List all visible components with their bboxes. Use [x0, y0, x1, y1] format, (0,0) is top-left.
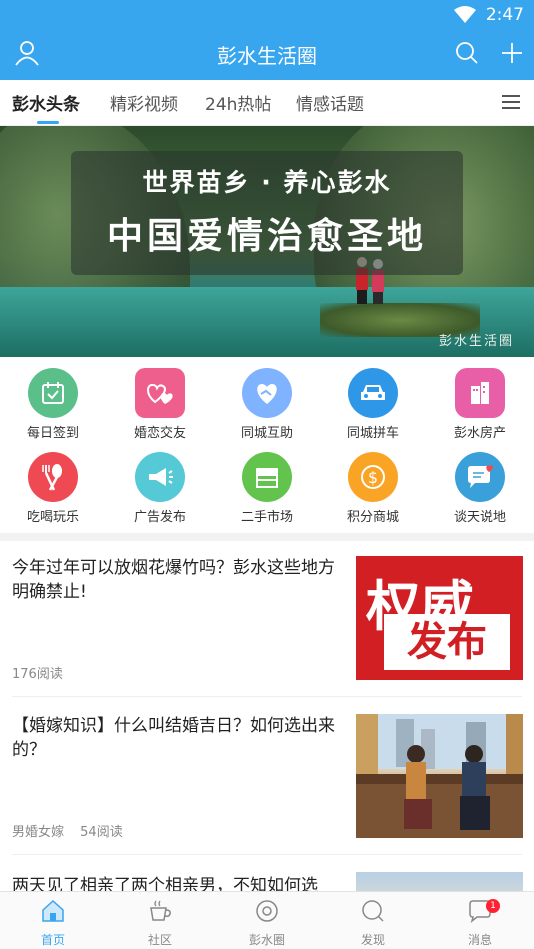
banner-caption-box: 世界苗乡 · 养心彭水 中国爱情治愈圣地 — [71, 151, 463, 275]
bottom-navigation: 首页 社区 彭水圈 发现 1 消息 — [0, 891, 534, 949]
coin-icon: $ — [348, 452, 398, 502]
megaphone-icon — [135, 452, 185, 502]
shortcut-carpool[interactable]: 同城拼车 — [320, 368, 426, 441]
car-icon — [348, 368, 398, 418]
handshake-heart-icon — [242, 368, 292, 418]
shortcut-daily-checkin[interactable]: 每日签到 — [0, 368, 106, 441]
section-divider — [0, 533, 534, 541]
shortcut-secondhand[interactable]: 二手市场 — [214, 452, 320, 525]
wifi-icon — [453, 6, 476, 23]
article-thumbnail: 权威 发布 — [356, 556, 523, 680]
svg-text:$: $ — [368, 468, 378, 487]
hearts-icon — [135, 368, 185, 418]
article-meta: 176阅读 — [12, 663, 75, 682]
menu-icon[interactable] — [502, 94, 520, 110]
home-icon — [42, 899, 64, 922]
nav-circle[interactable]: 彭水圈 — [214, 898, 320, 948]
article-tag: 男婚女嫁 — [12, 825, 65, 840]
fork-spoon-icon — [28, 452, 78, 502]
shortcut-chat[interactable]: 谈天说地 — [427, 452, 533, 525]
article-meta: 男婚女嫁 54阅读 — [12, 821, 135, 840]
building-icon — [455, 368, 505, 418]
article-thumbnail — [356, 872, 523, 891]
status-time: 2:47 — [485, 5, 524, 25]
article-title: 两天见了相亲了两个相亲男，不知如何选 — [12, 876, 318, 891]
category-tabs: 彭水头条 精彩视频 24h热帖 情感话题 — [0, 80, 534, 126]
shortcut-advertise[interactable]: 广告发布 — [107, 452, 213, 525]
banner-line2: 中国爱情治愈圣地 — [106, 216, 427, 257]
tab-headlines[interactable]: 彭水头条 — [12, 90, 80, 115]
article-item[interactable]: 今年过年可以放烟花爆竹吗？彭水这些地方明确禁止! 176阅读 权威 发布 — [0, 541, 534, 696]
status-bar: 2:47 — [453, 4, 524, 26]
nav-home[interactable]: 首页 — [0, 898, 106, 948]
circle-icon — [256, 900, 278, 922]
shortcut-real-estate[interactable]: 彭水房产 — [427, 368, 533, 441]
add-icon[interactable] — [497, 38, 527, 68]
calendar-check-icon — [28, 368, 78, 418]
banner-carousel[interactable]: 世界苗乡 · 养心彭水 中国爱情治愈圣地 彭水生活圈 — [0, 126, 534, 357]
article-item[interactable]: 【婚嫁知识】什么叫结婚吉日？如何选出来的？ 男婚女嫁 54阅读 — [0, 697, 534, 854]
tab-hot-posts[interactable]: 24h热帖 — [205, 90, 271, 115]
shop-icon — [242, 452, 292, 502]
article-item[interactable]: 两天见了相亲了两个相亲男，不知如何选 — [0, 855, 534, 891]
article-reads: 176阅读 — [12, 667, 63, 682]
shortcut-dating[interactable]: 婚恋交友 — [107, 368, 213, 441]
article-title: 【婚嫁知识】什么叫结婚吉日？如何选出来的？ — [12, 716, 335, 760]
message-badge: 1 — [486, 899, 500, 913]
cup-icon — [150, 900, 171, 921]
search-icon[interactable] — [452, 38, 482, 68]
tab-emotion[interactable]: 情感话题 — [296, 90, 364, 115]
banner-watermark: 彭水生活圈 — [438, 334, 514, 349]
shortcut-food-fun[interactable]: 吃喝玩乐 — [0, 452, 106, 525]
app-header: 2:47 彭水生活圈 — [0, 0, 534, 80]
shortcut-grid: 每日签到 婚恋交友 同城互助 同城拼车 彭水房产 吃喝玩乐 广告发布 二手市场 … — [0, 357, 534, 533]
chat-heart-icon — [455, 452, 505, 502]
tab-videos[interactable]: 精彩视频 — [110, 90, 178, 115]
banner-line1: 世界苗乡 · 养心彭水 — [142, 168, 392, 197]
compass-icon — [362, 900, 384, 922]
article-thumbnail — [356, 714, 523, 838]
shortcut-mutual-help[interactable]: 同城互助 — [214, 368, 320, 441]
shortcut-points-mall[interactable]: $ 积分商城 — [320, 452, 426, 525]
article-title: 今年过年可以放烟花爆竹吗？彭水这些地方明确禁止! — [12, 558, 335, 602]
nav-discover[interactable]: 发现 — [320, 898, 426, 948]
couple-photo — [356, 714, 523, 838]
nav-messages[interactable]: 1 消息 — [427, 898, 533, 948]
nav-community[interactable]: 社区 — [107, 898, 213, 948]
article-reads: 54阅读 — [80, 825, 123, 840]
active-tab-indicator — [37, 121, 59, 124]
